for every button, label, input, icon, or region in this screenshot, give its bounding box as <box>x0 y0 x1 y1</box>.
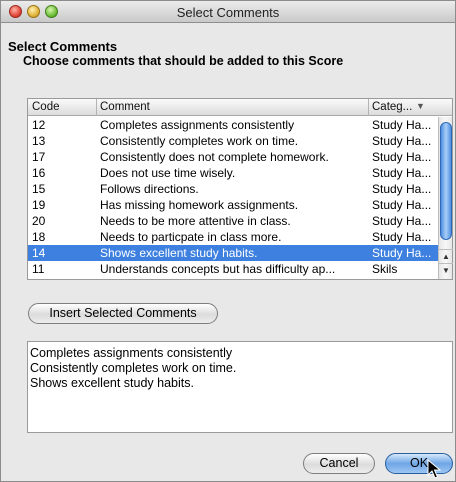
column-divider[interactable] <box>368 99 369 116</box>
cell-comment: Completes assignments consistently <box>100 118 295 132</box>
table-row[interactable]: 19 Has missing homework assignments. Study… <box>28 197 438 213</box>
cell-code: 20 <box>32 214 46 228</box>
cell-code: 18 <box>32 230 46 244</box>
arrow-down-icon[interactable]: ▼ <box>439 263 453 277</box>
cell-category: Study Ha... <box>372 182 432 196</box>
text-line: Completes assignments consistently <box>30 346 233 360</box>
arrow-up-icon[interactable]: ▲ <box>439 249 453 263</box>
table-row[interactable]: 20 Needs to be more attentive in class. St… <box>28 213 438 229</box>
table-row[interactable]: 15 Follows directions. Study Ha... <box>28 181 438 197</box>
cell-category: Study Ha... <box>372 246 432 260</box>
table-body: 12 Completes assignments consistently Stud… <box>28 117 438 277</box>
title-bar[interactable]: Select Comments <box>1 1 455 23</box>
cell-category: Skils <box>372 262 398 276</box>
cell-category: Study Ha... <box>372 166 432 180</box>
comments-table[interactable]: Code Comment Categ... ▼ 12 Completes assi… <box>27 98 453 280</box>
cell-comment: Consistently completes work on time. <box>100 134 299 148</box>
cell-comment: Understands concepts but has difficulty … <box>100 262 336 276</box>
sort-descending-icon[interactable]: ▼ <box>416 101 425 111</box>
cell-comment: Consistently does not complete homework. <box>100 150 329 164</box>
table-row[interactable]: 12 Completes assignments consistently Stud… <box>28 117 438 133</box>
text-line: Shows excellent study habits. <box>30 376 194 390</box>
table-row[interactable]: 11 Understands concepts but has difficult… <box>28 261 438 277</box>
cell-code: 12 <box>32 118 46 132</box>
cell-comment: Follows directions. <box>100 182 199 196</box>
vertical-scrollbar[interactable]: ▲ ▼ <box>438 117 453 279</box>
table-row[interactable]: 16 Does not use time wisely. Study Ha... <box>28 165 438 181</box>
text-line: Consistently completes work on time. <box>30 361 237 375</box>
window-title: Select Comments <box>176 5 280 20</box>
column-divider[interactable] <box>96 99 97 116</box>
cell-category: Study Ha... <box>372 230 432 244</box>
cell-comment: Shows excellent study habits. <box>100 246 258 260</box>
cell-comment: Does not use time wisely. <box>100 166 236 180</box>
table-header: Code Comment Categ... ▼ <box>28 99 452 116</box>
cell-comment: Has missing homework assignments. <box>100 198 299 212</box>
scrollbar-thumb[interactable] <box>440 122 452 240</box>
cell-category: Study Ha... <box>372 198 432 212</box>
cell-category: Study Ha... <box>372 134 432 148</box>
table-row[interactable]: 17 Consistently does not complete homewor… <box>28 149 438 165</box>
column-header-category[interactable]: Categ... <box>372 101 412 113</box>
cell-code: 14 <box>32 246 46 260</box>
cell-comment: Needs to particpate in class more. <box>100 230 282 244</box>
cell-category: Study Ha... <box>372 118 432 132</box>
cell-code: 16 <box>32 166 46 180</box>
dialog-heading: Select Comments <box>8 39 118 54</box>
cancel-button[interactable]: Cancel <box>303 453 375 474</box>
table-row[interactable]: 18 Needs to particpate in class more. Stud… <box>28 229 438 245</box>
selected-comments-textarea[interactable]: Completes assignments consistently Consi… <box>27 341 453 433</box>
cell-code: 15 <box>32 182 46 196</box>
cell-code: 13 <box>32 134 46 148</box>
select-comments-dialog: Select Comments Select Comments Choose c… <box>0 0 456 482</box>
column-header-comment[interactable]: Comment <box>100 101 150 113</box>
pointer-cursor-icon <box>427 459 442 479</box>
table-row-selected[interactable]: 14 Shows excellent study habits. Study Ha.… <box>28 245 438 261</box>
cell-code: 17 <box>32 150 46 164</box>
insert-selected-comments-button[interactable]: Insert Selected Comments <box>28 303 218 324</box>
table-row[interactable]: 13 Consistently completes work on time. St… <box>28 133 438 149</box>
cell-code: 11 <box>32 262 45 276</box>
cell-comment: Needs to be more attentive in class. <box>100 214 291 228</box>
cell-category: Study Ha... <box>372 214 432 228</box>
cell-code: 19 <box>32 198 46 212</box>
column-header-code[interactable]: Code <box>32 101 60 113</box>
dialog-instructions: Choose comments that should be added to … <box>23 54 344 68</box>
cell-category: Study Ha... <box>372 150 432 164</box>
